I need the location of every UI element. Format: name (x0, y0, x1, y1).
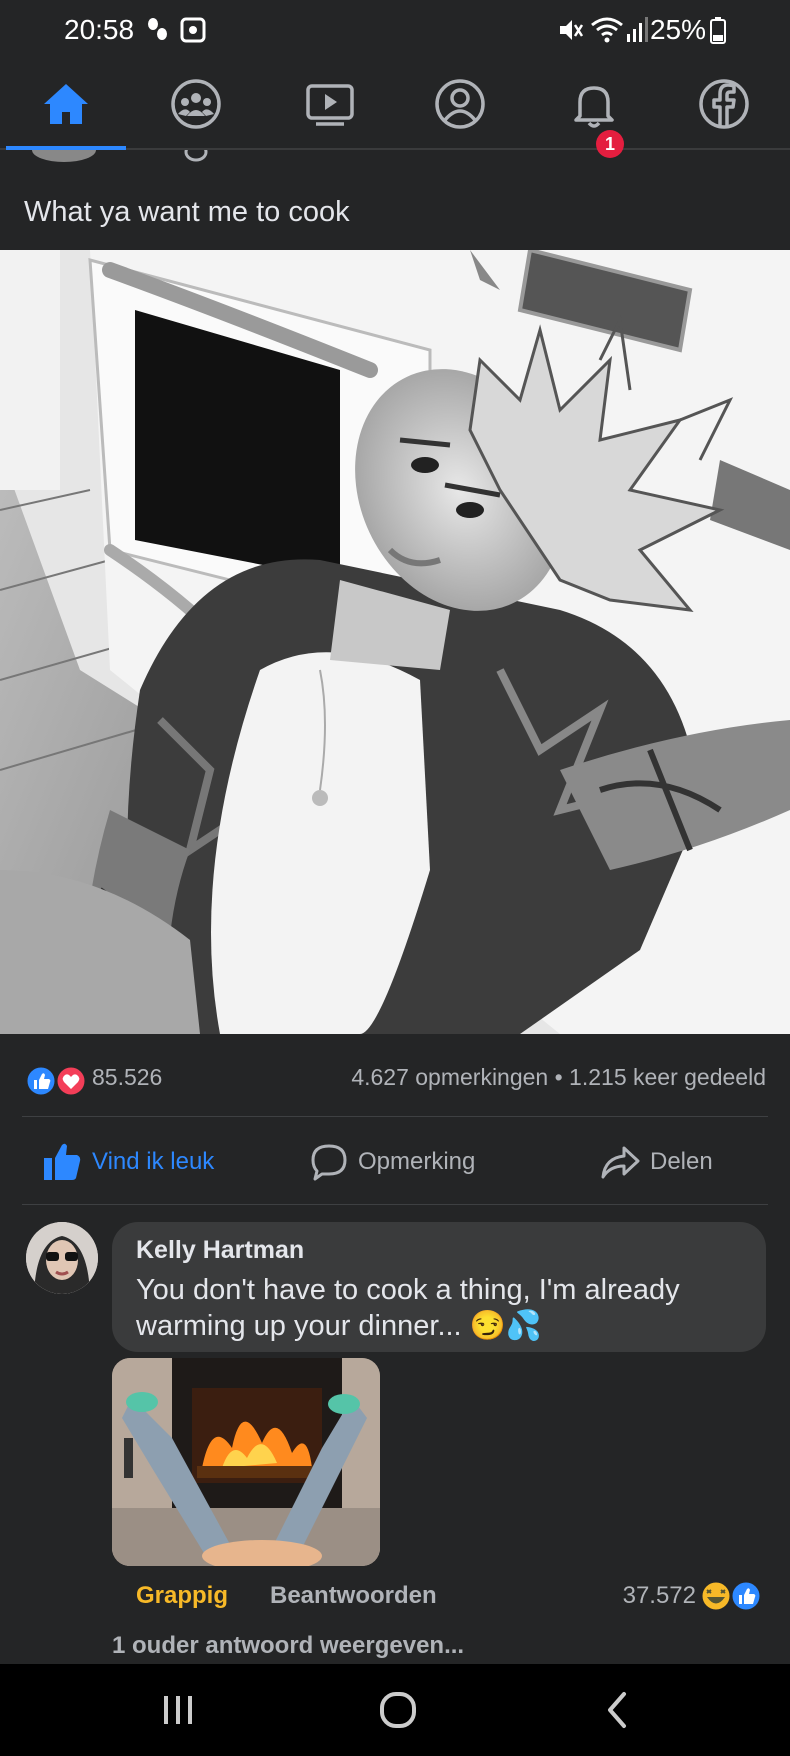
comment-attached-image[interactable] (112, 1358, 380, 1566)
avatar[interactable] (26, 1222, 98, 1294)
divider (22, 1204, 768, 1205)
divider (22, 1116, 768, 1117)
comments-shares-count[interactable]: 4.627 opmerkingen • 1.215 keer gedeeld (351, 1064, 766, 1091)
groups-icon[interactable] (168, 76, 224, 132)
like-label: Vind ik leuk (92, 1148, 215, 1175)
profile-icon[interactable] (432, 76, 488, 132)
top-nav: 1 (0, 58, 790, 158)
battery-percent: 25% (649, 14, 706, 45)
share-label: Delen (650, 1148, 713, 1175)
post-photo-image (0, 250, 790, 1034)
comment-icon (311, 1144, 347, 1181)
funny-reaction-button[interactable]: Grappig (136, 1582, 228, 1610)
reactions-summary[interactable]: 85.526 4.627 opmerkingen • 1.215 keer ge… (0, 1060, 790, 1100)
share-button[interactable]: Delen (600, 1142, 713, 1182)
post-caption: What ya want me to cook (24, 196, 350, 228)
view-replies-link[interactable]: 1 ouder antwoord weergeven... (112, 1632, 464, 1660)
avatar-image (26, 1222, 98, 1294)
wifi-icon (591, 17, 623, 43)
battery-icon (710, 17, 726, 44)
post-header-remnant (32, 150, 208, 162)
status-bar: 20:58 25% (0, 0, 790, 58)
like-love-reactions-icon (24, 1064, 88, 1098)
fireplace-photo (112, 1358, 380, 1566)
recent-apps-icon[interactable] (156, 1688, 200, 1732)
signal-icon (627, 17, 648, 42)
steps-icon (148, 18, 167, 40)
comment-bubble: Kelly Hartman You don't have to cook a t… (112, 1222, 766, 1352)
home-icon[interactable] (38, 76, 94, 132)
thumbs-up-icon (44, 1143, 81, 1180)
post-header-partial (0, 150, 790, 172)
like-button[interactable]: Vind ik leuk (42, 1142, 214, 1182)
comment-text: You don't have to cook a thing, I'm alre… (136, 1274, 680, 1342)
home-button-icon[interactable] (376, 1688, 420, 1732)
comment-label: Opmerking (358, 1148, 476, 1175)
bell-icon[interactable] (566, 76, 622, 132)
reaction-count: 85.526 (92, 1064, 163, 1090)
video-icon[interactable] (302, 76, 358, 132)
share-icon (601, 1146, 640, 1179)
comment-actions: Grappig Beantwoorden 37.572 (0, 1578, 790, 1618)
comment-button[interactable]: Opmerking (310, 1142, 475, 1182)
system-nav-bar (0, 1664, 790, 1756)
comment-author[interactable]: Kelly Hartman (136, 1236, 304, 1265)
comment-reaction-count[interactable]: 37.572 (623, 1582, 696, 1610)
app-notification-icon (180, 17, 206, 43)
mute-icon (560, 20, 584, 40)
post-photo[interactable] (0, 250, 790, 1034)
facebook-icon[interactable] (696, 76, 752, 132)
status-time: 20:58 (64, 14, 135, 45)
post-actions: Vind ik leuk Opmerking Delen (0, 1132, 790, 1192)
back-icon[interactable] (596, 1688, 640, 1732)
reply-button[interactable]: Beantwoorden (270, 1582, 437, 1610)
haha-like-reactions-icon (699, 1579, 763, 1613)
